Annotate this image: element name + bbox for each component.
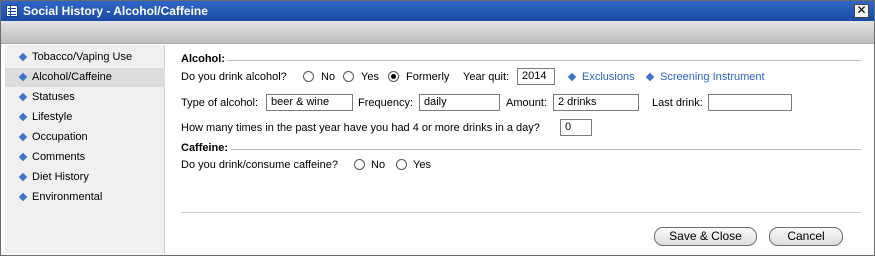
caffeine-no-radio[interactable] [354, 159, 365, 170]
diamond-bullet-icon [18, 132, 28, 142]
diamond-bullet-icon [567, 72, 577, 82]
alcohol-section-divider [227, 60, 861, 61]
sidebar-item-label: Occupation [32, 131, 88, 143]
alcohol-yes-label: Yes [361, 71, 379, 83]
sidebar-item-diet-history[interactable]: Diet History [5, 168, 165, 187]
diamond-bullet-icon [645, 72, 655, 82]
drink-alcohol-question: Do you drink alcohol? [181, 71, 287, 83]
caffeine-section-title: Caffeine: [181, 142, 229, 154]
diamond-bullet-icon [18, 52, 28, 62]
caffeine-section-divider [231, 149, 861, 150]
diamond-bullet-icon [18, 92, 28, 102]
sidebar-item-lifestyle[interactable]: Lifestyle [5, 108, 165, 127]
alcohol-section-title: Alcohol: [181, 53, 225, 65]
year-quit-label: Year quit: [463, 71, 510, 83]
binge-drinking-field[interactable]: 0 [560, 119, 592, 136]
last-drink-label: Last drink: [652, 97, 703, 109]
type-of-alcohol-field[interactable]: beer & wine [266, 94, 353, 111]
year-quit-field[interactable]: 2014 [517, 68, 555, 85]
consume-caffeine-question: Do you drink/consume caffeine? [181, 159, 338, 171]
sidebar-item-label: Alcohol/Caffeine [32, 71, 112, 83]
alcohol-formerly-radio[interactable] [388, 71, 399, 82]
caffeine-yes-label: Yes [413, 159, 431, 171]
sidebar-item-label: Comments [32, 151, 86, 163]
diamond-bullet-icon [18, 192, 28, 202]
sidebar-item-alcohol-caffeine[interactable]: Alcohol/Caffeine [5, 68, 165, 87]
form-icon [6, 5, 18, 17]
window-title: Social History - Alcohol/Caffeine [23, 4, 208, 18]
caffeine-no-label: No [371, 159, 386, 171]
save-close-button[interactable]: Save & Close [654, 227, 757, 246]
sidebar-item-tobacco-vaping[interactable]: Tobacco/Vaping Use [5, 48, 165, 67]
type-of-alcohol-label: Type of alcohol: [181, 97, 259, 109]
binge-drinking-question: How many times in the past year have you… [181, 122, 540, 134]
cancel-button[interactable]: Cancel [769, 227, 843, 246]
sidebar-item-occupation[interactable]: Occupation [5, 128, 165, 147]
sidebar-item-environmental[interactable]: Environmental [5, 188, 165, 207]
exclusions-link-text: Exclusions [582, 71, 635, 83]
screening-instrument-link-text: Screening Instrument [660, 71, 765, 83]
footer-divider [181, 212, 861, 213]
sidebar-item-statuses[interactable]: Statuses [5, 88, 165, 107]
alcohol-no-radio[interactable] [303, 71, 314, 82]
alcohol-no-label: No [321, 71, 336, 83]
title-bar: Social History - Alcohol/Caffeine ✕ [1, 1, 874, 21]
sidebar-item-label: Lifestyle [32, 111, 73, 123]
sidebar-item-comments[interactable]: Comments [5, 148, 165, 167]
diamond-bullet-icon [18, 112, 28, 122]
diamond-bullet-icon [18, 152, 28, 162]
frequency-label: Frequency: [358, 97, 414, 109]
sidebar-item-label: Environmental [32, 191, 103, 203]
diamond-bullet-icon [18, 72, 28, 82]
alcohol-formerly-label: Formerly [406, 71, 450, 83]
close-button[interactable]: ✕ [854, 4, 869, 18]
caffeine-yes-radio[interactable] [396, 159, 407, 170]
toolbar-strip [1, 21, 874, 44]
amount-field[interactable]: 2 drinks [553, 94, 639, 111]
sidebar-item-label: Diet History [32, 171, 89, 183]
diamond-bullet-icon [18, 172, 28, 182]
alcohol-yes-radio[interactable] [343, 71, 354, 82]
last-drink-field[interactable] [708, 94, 792, 111]
frequency-field[interactable]: daily [419, 94, 500, 111]
amount-label: Amount: [506, 97, 547, 109]
sidebar-item-label: Tobacco/Vaping Use [32, 51, 133, 63]
sidebar-item-label: Statuses [32, 91, 75, 103]
sidebar: Tobacco/Vaping Use Alcohol/Caffeine Stat… [5, 45, 165, 253]
social-history-window: Social History - Alcohol/Caffeine ✕ Toba… [0, 0, 875, 256]
